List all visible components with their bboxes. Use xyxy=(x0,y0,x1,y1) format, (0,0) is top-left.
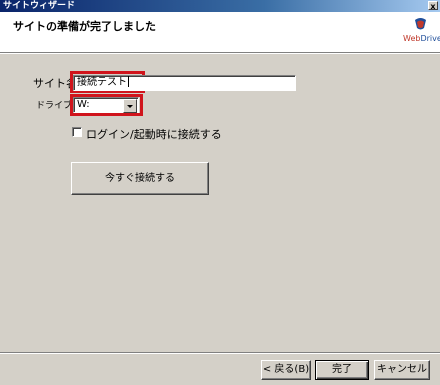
page-title: サイトの準備が完了しました xyxy=(13,20,156,33)
window-title: サイトウィザード xyxy=(3,1,76,11)
webdrive-logo: WebDrive xyxy=(403,17,440,45)
finish-button[interactable]: 完了 xyxy=(315,360,369,380)
site-wizard-window: サイトウィザード x サイトの準備が完了しました WebDrive サイト名: … xyxy=(0,0,440,385)
chevron-down-icon[interactable] xyxy=(123,99,137,113)
login-connect-label: ログイン/起動時に接続する xyxy=(86,128,222,141)
login-connect-checkbox[interactable] xyxy=(72,127,82,137)
close-button[interactable]: x xyxy=(428,1,438,11)
drive-select[interactable]: W: xyxy=(73,97,139,113)
drive-select-value: W: xyxy=(77,99,90,110)
text-caret xyxy=(128,76,129,87)
connect-now-button[interactable]: 今すぐ接続する xyxy=(71,162,209,195)
back-button[interactable]: < 戻る(B) xyxy=(261,360,311,380)
header-divider xyxy=(0,53,440,54)
site-name-input[interactable]: 接続テスト xyxy=(73,75,296,91)
webdrive-logo-icon xyxy=(415,18,426,30)
webdrive-logo-text: WebDrive xyxy=(403,34,440,43)
logo-text-web: Web xyxy=(403,34,421,43)
logo-text-drive: Drive xyxy=(420,34,440,43)
cancel-button[interactable]: キャンセル xyxy=(374,360,430,380)
footer-divider-highlight xyxy=(0,353,440,354)
title-bar: サイトウィザード x xyxy=(0,0,440,12)
site-name-value: 接続テスト xyxy=(77,77,127,88)
